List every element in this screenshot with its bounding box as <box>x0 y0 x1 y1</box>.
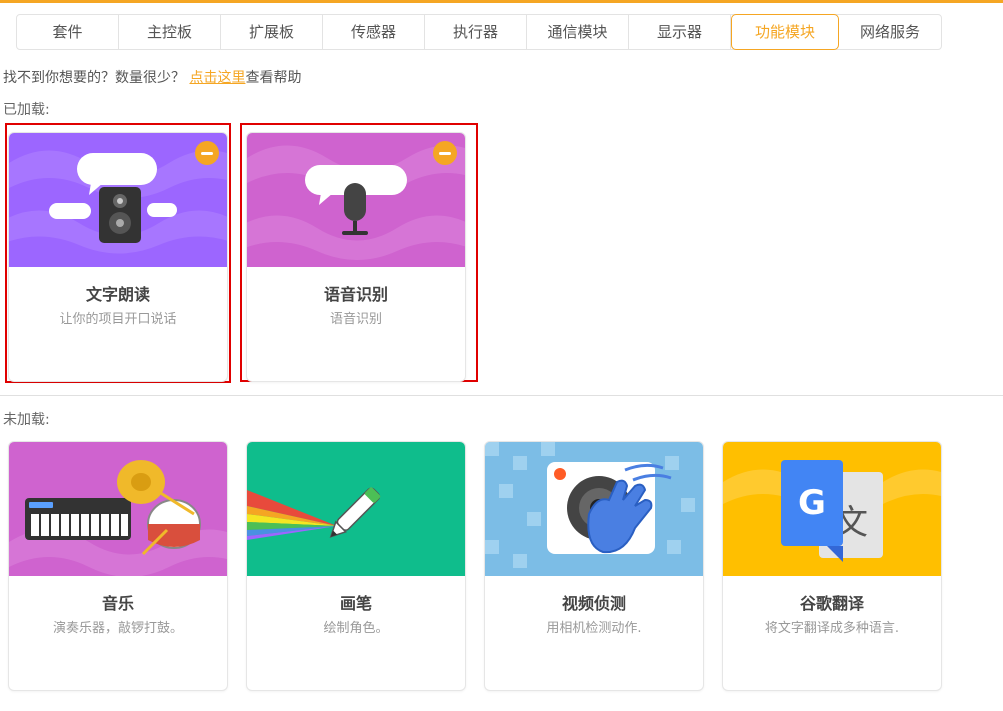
extension-description: 演奏乐器，敲锣打鼓。 <box>52 621 183 636</box>
extension-card-music[interactable]: 音乐 演奏乐器，敲锣打鼓。 <box>8 441 228 691</box>
pen-icon <box>247 442 465 576</box>
extension-title: 谷歌翻译 <box>799 594 864 613</box>
extension-description: 让你的项目开口说话 <box>59 312 177 327</box>
tab-kits[interactable]: 套件 <box>17 15 119 49</box>
category-tabs: 套件 主控板 扩展板 传感器 执行器 通信模块 显示器 功能模块 网络服务 <box>16 14 942 50</box>
unloaded-section-label: 未加载: <box>3 412 50 428</box>
help-suffix: 查看帮助 <box>245 70 302 86</box>
extension-description: 将文字翻译成多种语言. <box>764 621 900 636</box>
extension-card-video-sensing[interactable]: 视频侦测 用相机检测动作. <box>484 441 704 691</box>
tab-main-boards[interactable]: 主控板 <box>119 15 221 49</box>
tab-expansion-boards[interactable]: 扩展板 <box>221 15 323 49</box>
music-instruments-icon <box>9 442 227 576</box>
top-accent-bar <box>0 0 1003 3</box>
loaded-section-label: 已加载: <box>3 102 50 118</box>
section-divider <box>0 395 1003 396</box>
tab-sensors[interactable]: 传感器 <box>323 15 425 49</box>
extension-card-speech-recognition[interactable]: 语音识别 语音识别 <box>246 132 466 382</box>
extension-card-text-to-speech[interactable]: 文字朗读 让你的项目开口说话 <box>8 132 228 382</box>
video-sensing-icon <box>485 442 703 576</box>
remove-extension-button[interactable] <box>195 141 219 165</box>
extension-description: 绘制角色。 <box>323 621 389 636</box>
extension-title: 文字朗读 <box>85 285 150 304</box>
help-prefix: 找不到你想要的？数量很少？ <box>3 70 185 86</box>
help-link[interactable]: 点击这里 <box>189 70 245 86</box>
extension-title: 音乐 <box>101 594 134 613</box>
extension-card-google-translate[interactable]: 文 G 谷歌翻译 将文字翻译成多种语言. <box>722 441 942 691</box>
tab-function-modules[interactable]: 功能模块 <box>731 14 839 50</box>
tab-displays[interactable]: 显示器 <box>629 15 731 49</box>
extension-title: 画笔 <box>339 594 372 613</box>
extension-description: 用相机检测动作. <box>546 621 642 636</box>
google-translate-icon: 文 G <box>723 442 941 576</box>
extension-card-pen[interactable]: 画笔 绘制角色。 <box>246 441 466 691</box>
tab-communication-modules[interactable]: 通信模块 <box>527 15 629 49</box>
svg-text:G: G <box>798 483 826 523</box>
tab-actuators[interactable]: 执行器 <box>425 15 527 49</box>
extension-title: 语音识别 <box>323 285 388 304</box>
remove-extension-button[interactable] <box>433 141 457 165</box>
extension-title: 视频侦测 <box>561 594 626 613</box>
help-text: 找不到你想要的？数量很少？ 点击这里查看帮助 <box>3 67 301 87</box>
extension-description: 语音识别 <box>329 312 382 327</box>
tab-network-services[interactable]: 网络服务 <box>839 15 941 49</box>
